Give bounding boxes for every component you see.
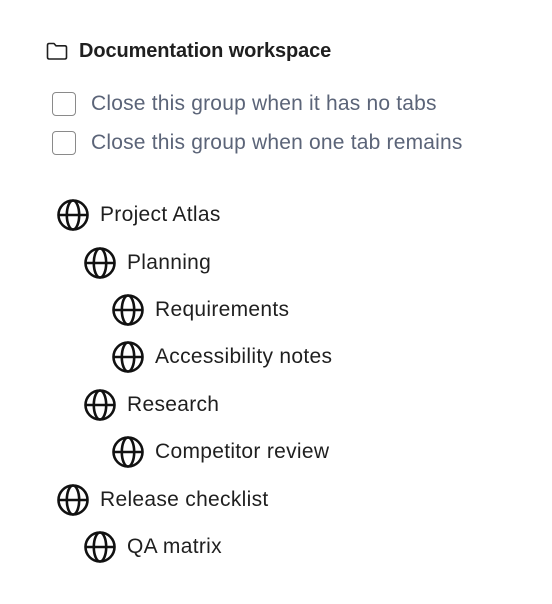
tree-item-requirements[interactable]: Requirements (111, 293, 289, 327)
tree-item-label: QA matrix (127, 535, 222, 558)
globe-icon (57, 484, 89, 516)
globe-icon (84, 247, 116, 279)
tree-item-accessibility-notes[interactable]: Accessibility notes (111, 340, 332, 374)
globe-icon (57, 199, 89, 231)
globe-icon (112, 436, 144, 468)
close-when-empty-option[interactable]: Close this group when it has no tabs (52, 90, 437, 118)
close-when-one-tab-option[interactable]: Close this group when one tab remains (52, 129, 463, 157)
globe-icon (84, 389, 116, 421)
tree-item-label: Accessibility notes (155, 345, 333, 368)
tree-item-label: Release checklist (100, 488, 269, 511)
tree-item-research[interactable]: Research (83, 388, 219, 422)
tree-item-planning[interactable]: Planning (83, 246, 211, 280)
tree-item-label: Project Atlas (100, 203, 221, 226)
tree-item-label: Requirements (155, 298, 290, 321)
tree-item-qa-matrix[interactable]: QA matrix (83, 530, 222, 564)
globe-icon (112, 341, 144, 373)
folder-icon (46, 42, 68, 60)
globe-icon (112, 294, 144, 326)
globe-icon (84, 531, 116, 563)
close-when-empty-checkbox[interactable] (52, 92, 76, 116)
close-when-one-tab-checkbox[interactable] (52, 131, 76, 155)
tree-item-label: Planning (127, 251, 212, 274)
tab-group-panel: Documentation workspace Close this group… (0, 0, 552, 604)
group-title: Documentation workspace (79, 39, 332, 62)
close-when-one-tab-label: Close this group when one tab remains (91, 131, 463, 154)
tree-item-competitor-review[interactable]: Competitor review (111, 435, 329, 469)
close-when-empty-label: Close this group when it has no tabs (91, 92, 437, 115)
tree-item-label: Research (127, 393, 220, 416)
group-header: Documentation workspace (45, 38, 331, 64)
tree-item-label: Competitor review (155, 440, 330, 463)
tree-item-release-checklist[interactable]: Release checklist (56, 483, 269, 517)
tree-item-project-atlas[interactable]: Project Atlas (56, 198, 221, 232)
